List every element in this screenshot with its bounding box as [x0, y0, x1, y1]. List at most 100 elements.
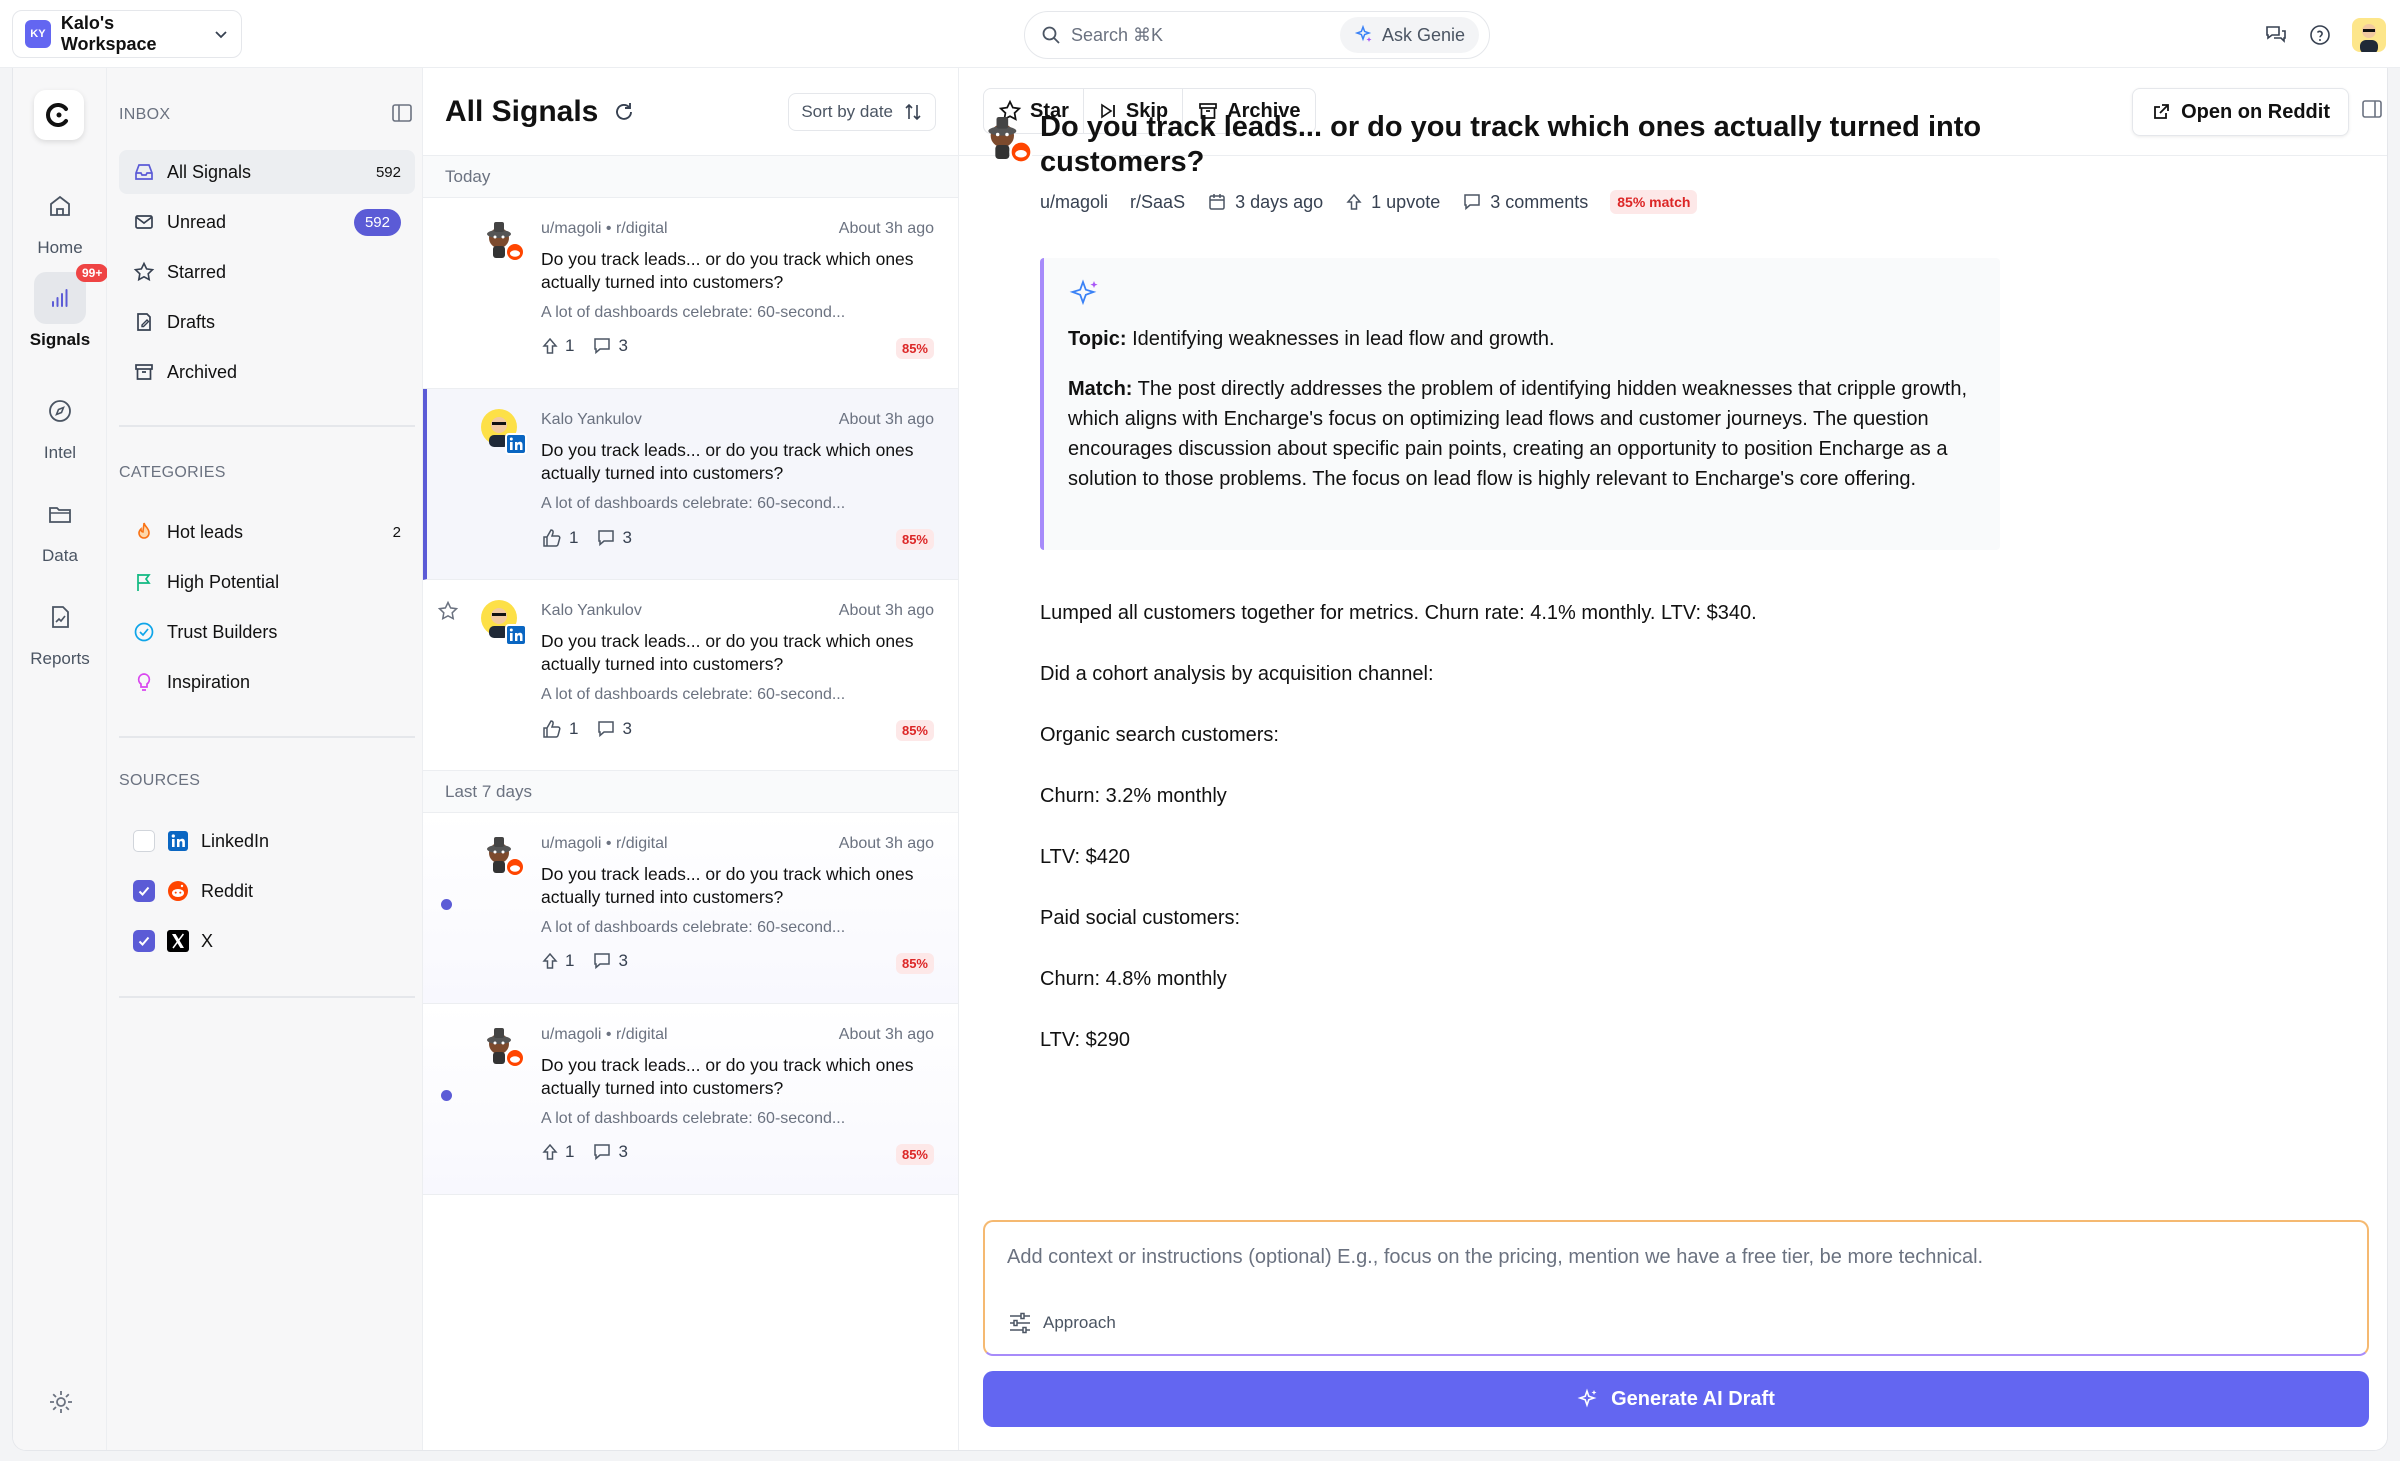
- generate-ai-draft-button[interactable]: Generate AI Draft: [983, 1371, 2369, 1427]
- app-logo[interactable]: [34, 90, 84, 140]
- rail-signals[interactable]: 99+ Signals: [13, 264, 109, 350]
- comment-icon: [592, 1142, 612, 1162]
- source-linkedin-label: LinkedIn: [201, 830, 270, 851]
- external-link-icon: [2151, 102, 2171, 122]
- rail-reports[interactable]: Reports: [13, 591, 107, 669]
- search-bar[interactable]: Search ⌘K Ask Genie: [1024, 11, 1490, 59]
- card-snippet: A lot of dashboards celebrate: 60-second…: [541, 919, 846, 936]
- draft-instructions-placeholder: Add context or instructions (optional) E…: [1007, 1246, 1984, 1268]
- card-title: Do you track leads... or do you track wh…: [541, 249, 914, 292]
- signal-card[interactable]: u/magoli • r/digital About 3h ago Do you …: [423, 198, 958, 389]
- rail-home[interactable]: Home: [13, 180, 107, 258]
- open-on-reddit-button[interactable]: Open on Reddit: [2132, 88, 2349, 136]
- comment-icon: [596, 528, 616, 548]
- upvote-icon: [1345, 193, 1363, 211]
- post-subreddit[interactable]: r/SaaS: [1130, 192, 1185, 213]
- workspace-switcher[interactable]: KY Kalo's Workspace: [12, 10, 242, 58]
- user-avatar[interactable]: [2352, 18, 2386, 52]
- nav-archived[interactable]: Archived: [119, 350, 415, 394]
- source-reddit[interactable]: Reddit: [119, 869, 415, 913]
- card-match-badge: 85%: [895, 338, 934, 359]
- nav-all-signals-count: 592: [375, 163, 401, 181]
- post-paragraph: Churn: 3.2% monthly: [1040, 785, 1227, 807]
- comment-icon: [592, 951, 612, 971]
- detail-pane: Star Skip Archive Open on Reddit Do you …: [959, 68, 2387, 1450]
- signal-card-selected[interactable]: Kalo Yankulov About 3h ago Do you track l…: [423, 389, 958, 580]
- category-high-potential[interactable]: High Potential: [119, 560, 415, 604]
- settings-gear-icon[interactable]: [47, 1388, 75, 1416]
- unread-dot: [441, 899, 452, 910]
- category-inspiration[interactable]: Inspiration: [119, 660, 415, 704]
- open-on-reddit-label: Open on Reddit: [2181, 100, 2330, 123]
- approach-button[interactable]: Approach: [1007, 1310, 1116, 1336]
- x-checkbox[interactable]: [133, 930, 155, 952]
- post-match-badge: 85% match: [1610, 190, 1698, 214]
- source-linkedin[interactable]: LinkedIn: [119, 819, 415, 863]
- sparkle-icon: [1577, 1388, 1599, 1410]
- reddit-avatar: [479, 1022, 527, 1070]
- linkedin-icon: [167, 830, 189, 852]
- nav-drafts[interactable]: Drafts: [119, 300, 415, 344]
- nav-starred-label: Starred: [167, 261, 227, 282]
- source-reddit-label: Reddit: [201, 880, 254, 901]
- nav-drafts-label: Drafts: [167, 311, 216, 332]
- draft-instructions-input[interactable]: Add context or instructions (optional) E…: [983, 1220, 2369, 1356]
- flag-icon: [133, 571, 155, 593]
- source-x[interactable]: X: [119, 919, 415, 963]
- chevron-down-icon: [213, 26, 229, 42]
- collapse-sidebar-icon[interactable]: [391, 102, 413, 124]
- card-upvotes: 1: [565, 336, 575, 355]
- card-author: Kalo Yankulov: [541, 602, 642, 619]
- post-paragraph: LTV: $290: [1040, 1029, 1131, 1051]
- compass-icon: [34, 385, 86, 437]
- nav-all-signals[interactable]: All Signals 592: [119, 150, 415, 194]
- nav-unread[interactable]: Unread 592: [119, 200, 415, 244]
- rail-reports-label: Reports: [30, 649, 90, 668]
- sort-button[interactable]: Sort by date: [788, 92, 936, 131]
- nav-archived-label: Archived: [167, 361, 238, 382]
- app-frame: Home 99+ Signals Intel Data Reports INBO…: [12, 68, 2388, 1451]
- categories-section-title: CATEGORIES: [119, 464, 226, 481]
- signal-card[interactable]: u/magoli • r/digital About 3h ago Do you …: [423, 813, 958, 1004]
- rail-home-label: Home: [37, 238, 83, 257]
- category-hot-leads[interactable]: Hot leads 2: [119, 510, 415, 554]
- category-inspiration-label: Inspiration: [167, 671, 251, 692]
- nav-starred[interactable]: Starred: [119, 250, 415, 294]
- mail-icon: [133, 211, 155, 233]
- card-author: Kalo Yankulov: [541, 411, 642, 428]
- card-author: u/magoli • r/digital: [541, 1026, 668, 1043]
- refresh-icon[interactable]: [612, 100, 636, 124]
- category-trust-builders[interactable]: Trust Builders: [119, 610, 415, 654]
- card-snippet: A lot of dashboards celebrate: 60-second…: [541, 686, 846, 703]
- linkedin-checkbox[interactable]: [133, 830, 155, 852]
- signal-card[interactable]: u/magoli • r/digital About 3h ago Do you …: [423, 1004, 958, 1195]
- toggle-panel-icon[interactable]: [2361, 98, 2383, 120]
- card-match-badge: 85%: [895, 529, 934, 550]
- help-icon[interactable]: [2308, 23, 2332, 47]
- post-author[interactable]: u/magoli: [1040, 192, 1108, 213]
- ai-match: Match: The post directly addresses the p…: [1068, 374, 1976, 494]
- star-icon: [133, 261, 155, 283]
- rail-intel[interactable]: Intel: [13, 385, 107, 463]
- sort-label: Sort by date: [801, 101, 893, 121]
- icon-rail: Home 99+ Signals Intel Data Reports: [13, 68, 109, 1450]
- sources-section-title: SOURCES: [119, 772, 201, 789]
- card-title: Do you track leads... or do you track wh…: [541, 440, 914, 483]
- generate-ai-draft-label: Generate AI Draft: [1611, 1387, 1775, 1410]
- reddit-avatar: [479, 831, 527, 879]
- rail-data[interactable]: Data: [13, 488, 107, 566]
- unread-dot: [441, 1090, 452, 1101]
- search-placeholder: Search ⌘K: [1071, 24, 1164, 45]
- signal-card[interactable]: Kalo Yankulov About 3h ago Do you track l…: [423, 580, 958, 771]
- reddit-checkbox[interactable]: [133, 880, 155, 902]
- signals-badge: 99+: [76, 264, 109, 282]
- inbox-section-title: INBOX: [119, 106, 171, 123]
- ask-genie-button[interactable]: Ask Genie: [1339, 17, 1479, 53]
- ask-genie-label: Ask Genie: [1381, 24, 1465, 45]
- nav-all-signals-label: All Signals: [167, 161, 252, 182]
- post-comments: 3 comments: [1490, 191, 1589, 212]
- post-title: Do you track leads... or do you track wh…: [1040, 111, 1982, 178]
- chat-icon[interactable]: [2264, 23, 2288, 47]
- star-outline-icon[interactable]: [437, 600, 459, 622]
- card-snippet: A lot of dashboards celebrate: 60-second…: [541, 304, 846, 321]
